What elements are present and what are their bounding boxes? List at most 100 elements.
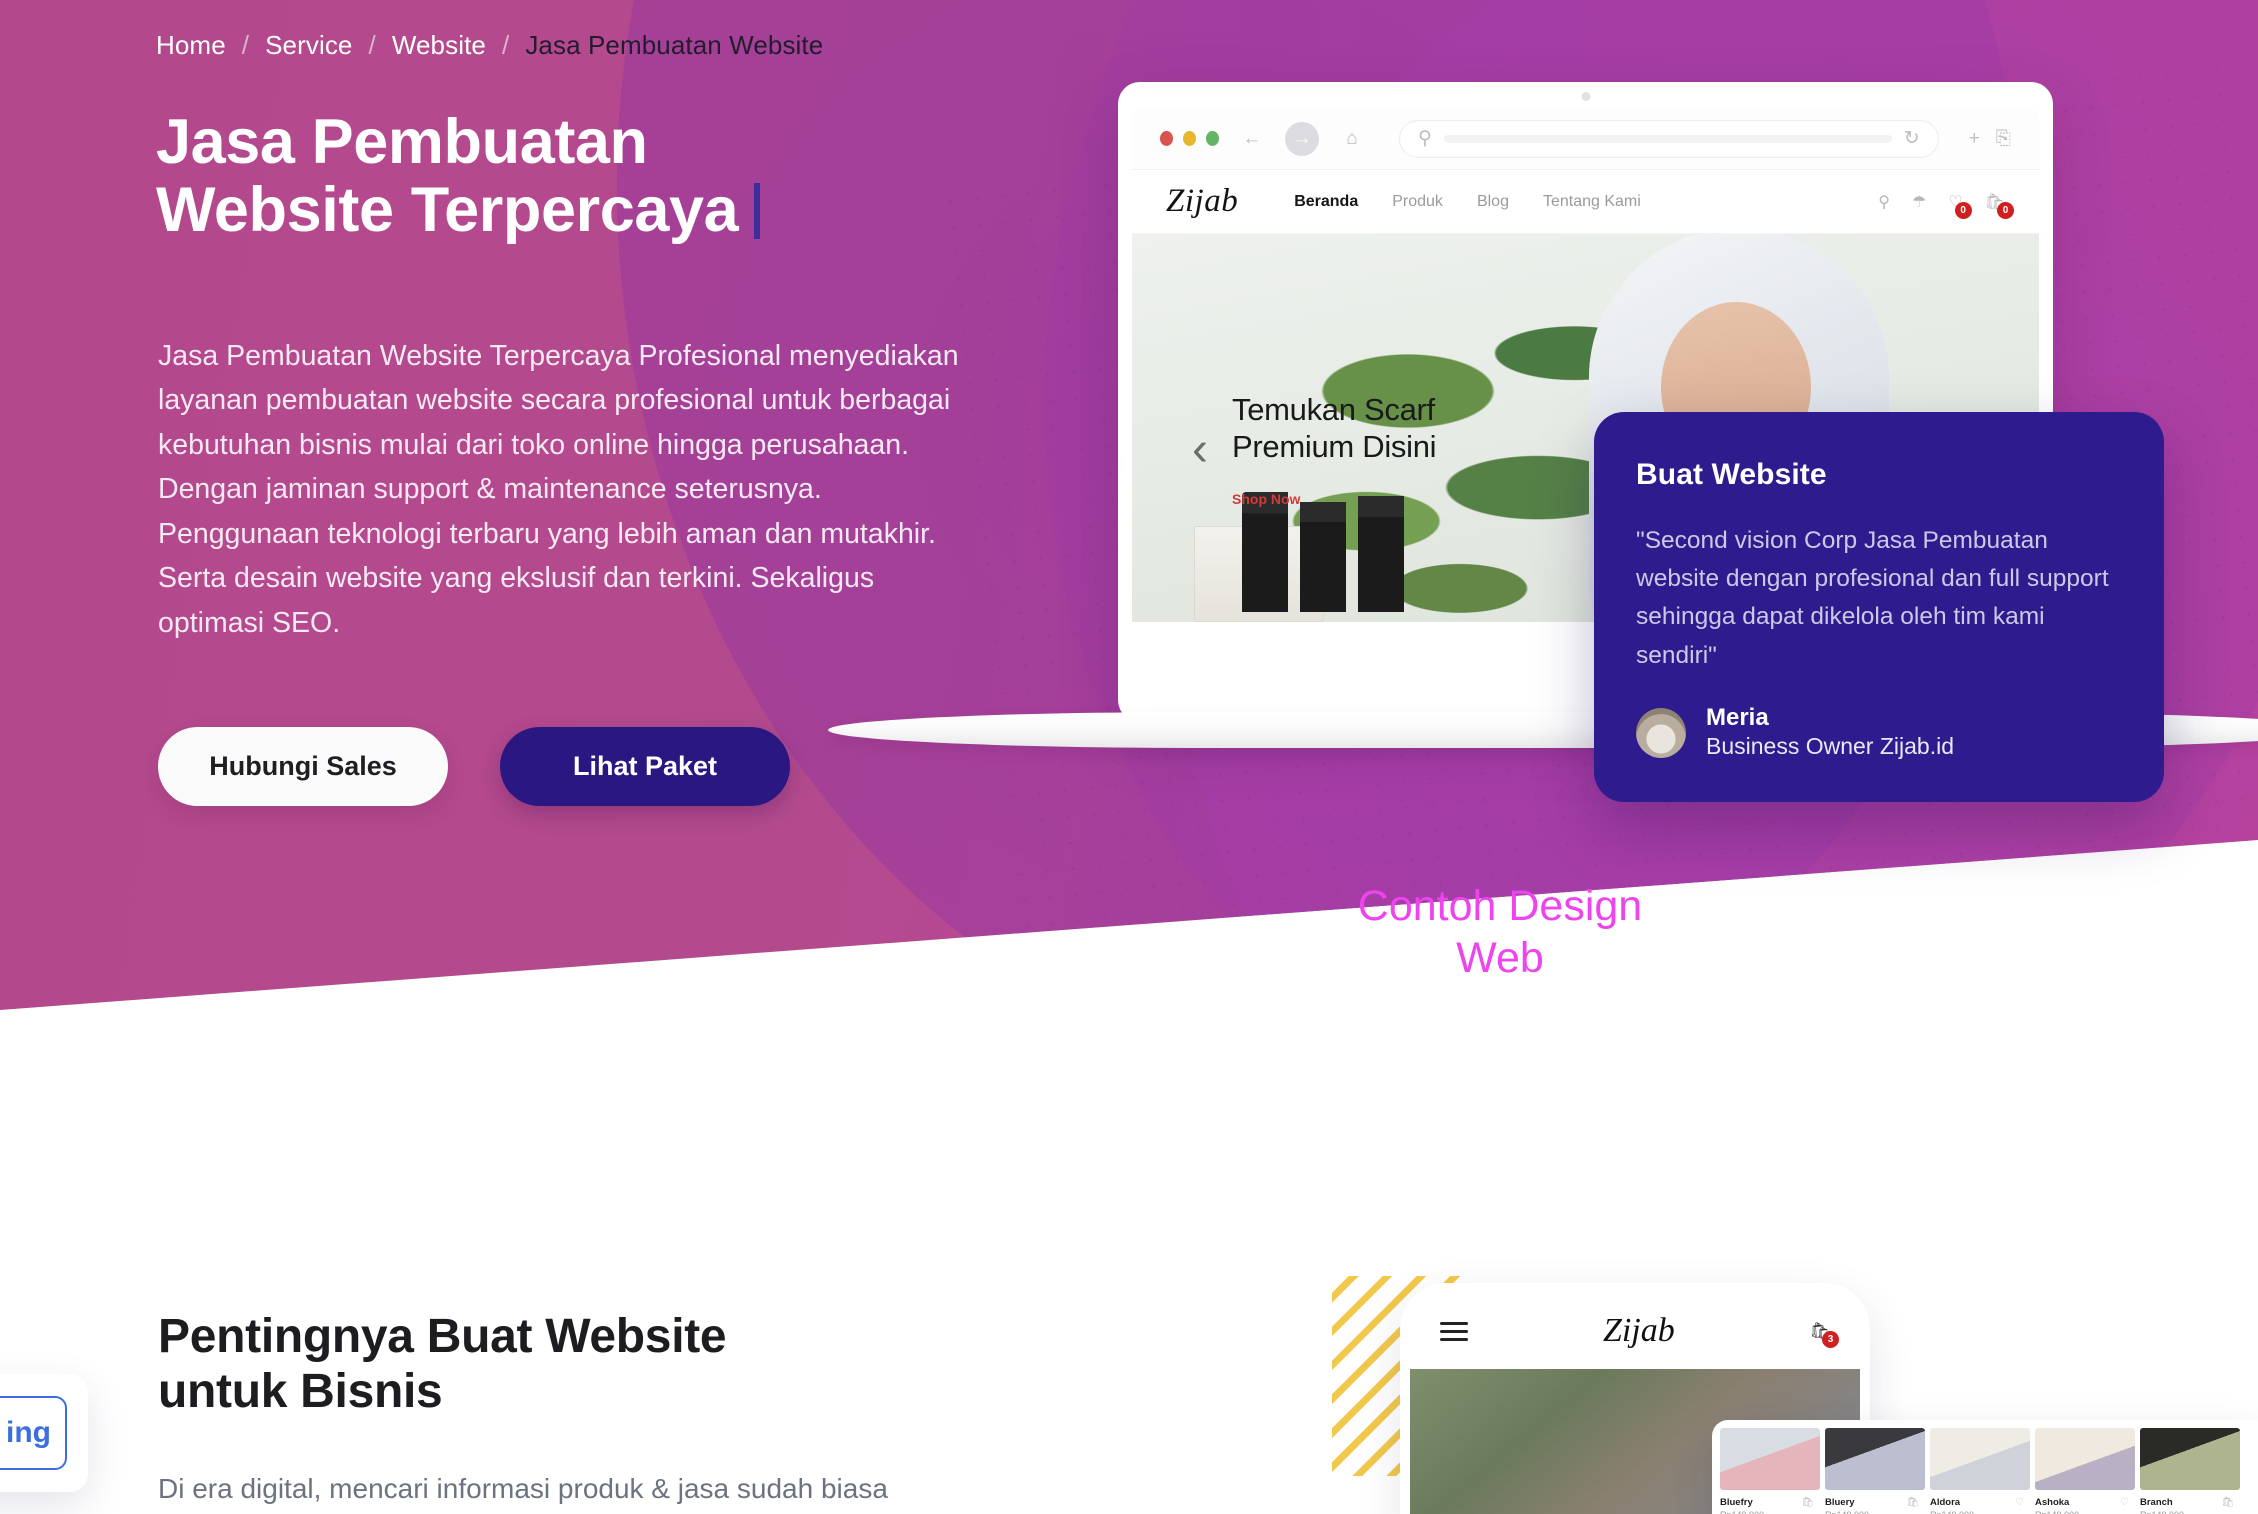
shop-now-link[interactable]: Shop Now: [1232, 491, 1592, 507]
forward-arrow-icon[interactable]: →: [1285, 121, 1319, 156]
wishlist-badge: 0: [1954, 201, 1972, 219]
product-name: Bluefry: [1720, 1497, 1753, 1508]
testimonial-author: Meria Business Owner Zijab.id: [1636, 704, 1954, 762]
breadcrumb-item-home[interactable]: Home: [156, 30, 226, 61]
shopping-bag-icon[interactable]: 🛍: [1801, 1497, 1814, 1508]
product-image: [1930, 1428, 2030, 1490]
hero-action-buttons: Hubungi Sales Lihat Paket: [158, 727, 790, 806]
maximize-window-icon[interactable]: [1206, 131, 1219, 146]
breadcrumb-separator: /: [241, 30, 250, 60]
close-window-icon[interactable]: [1160, 131, 1173, 146]
product-name-row: Bluefry 🛍: [1720, 1497, 1820, 1508]
back-arrow-icon[interactable]: ←: [1235, 122, 1269, 156]
reload-icon[interactable]: ↻: [1904, 127, 1920, 150]
breadcrumb: Home / Service / Website / Jasa Pembuata…: [156, 30, 823, 61]
site-nav-links: Beranda Produk Blog Tentang Kami: [1294, 193, 1641, 211]
phone-site-logo[interactable]: Zijab: [1482, 1312, 1796, 1350]
hamburger-menu-icon[interactable]: [1440, 1321, 1468, 1341]
pricing-button[interactable]: ing: [0, 1396, 67, 1470]
product-bottles: [1242, 492, 1462, 622]
product-name-row: Aldora ♡: [1930, 1497, 2030, 1508]
product-name: Branch: [2140, 1497, 2173, 1508]
product-name-row: Branch 🛍: [2140, 1497, 2240, 1508]
page-title-line-2: Website Terpercaya: [156, 175, 739, 246]
testimonial-author-role: Business Owner Zijab.id: [1706, 733, 1954, 760]
product-item[interactable]: Aldora ♡ Rp149.000: [1930, 1428, 2030, 1514]
shopping-bag-icon[interactable]: 🛍: [1906, 1497, 1919, 1508]
page-title-line-1: Jasa Pembuatan: [156, 107, 648, 177]
browser-address-bar[interactable]: ⚲ ↻: [1399, 119, 1939, 158]
banner-title-line-1: Temukan Scarf: [1232, 392, 1435, 427]
nav-link-blog[interactable]: Blog: [1477, 193, 1509, 211]
wishlist-heart-icon[interactable]: ♡: [2120, 1497, 2129, 1508]
laptop-camera-icon: [1581, 92, 1590, 101]
product-name-row: Bluery 🛍: [1825, 1497, 1925, 1508]
product-image: [1720, 1428, 1820, 1490]
search-icon: ⚲: [1418, 128, 1432, 149]
nav-link-produk[interactable]: Produk: [1392, 193, 1443, 211]
nav-link-tentang-kami[interactable]: Tentang Kami: [1543, 193, 1641, 211]
testimonial-author-name: Meria: [1706, 703, 1769, 731]
site-logo[interactable]: Zijab: [1166, 183, 1238, 220]
testimonial-card: Buat Website "Second vision Corp Jasa Pe…: [1594, 412, 2164, 802]
carousel-prev-icon[interactable]: ‹: [1192, 426, 1208, 474]
phone-cart-badge: 3: [1822, 1331, 1839, 1348]
wishlist-heart-icon[interactable]: ♡ 0: [1948, 192, 1972, 219]
annotation-label: Contoh Design Web: [1357, 882, 1643, 983]
breadcrumb-item-website[interactable]: Website: [392, 30, 486, 61]
banner-title-line-2: Premium Disini: [1232, 428, 1437, 464]
avatar: [1636, 707, 1686, 758]
product-price: Rp149.000: [2035, 1510, 2135, 1514]
breadcrumb-separator: /: [368, 30, 376, 60]
breadcrumb-separator: /: [501, 30, 510, 60]
search-icon[interactable]: ⚲: [1878, 192, 1890, 212]
product-price: Rp149.000: [2140, 1510, 2240, 1514]
section-two-title: Pentingnya Buat Website untuk Bisnis: [158, 1310, 938, 1419]
breadcrumb-item-service[interactable]: Service: [265, 30, 352, 61]
product-item[interactable]: Branch 🛍 Rp149.000: [2140, 1428, 2240, 1514]
hero-description: Jasa Pembuatan Website Terpercaya Profes…: [158, 340, 959, 639]
section-two-title-line-2: untuk Bisnis: [158, 1364, 443, 1418]
address-bar-text: [1443, 134, 1892, 143]
minimize-window-icon[interactable]: [1183, 131, 1196, 146]
contact-sales-button[interactable]: Hubungi Sales: [158, 727, 448, 806]
view-packages-button[interactable]: Lihat Paket: [500, 727, 790, 806]
product-item[interactable]: Bluery 🛍 Rp149.000: [1825, 1428, 1925, 1514]
shopping-bag-icon[interactable]: 🛍 3: [1810, 1321, 1839, 1348]
duplicate-tab-icon[interactable]: ⎘: [1996, 128, 2011, 150]
product-image: [2140, 1428, 2240, 1490]
page-root: Home / Service / Website / Jasa Pembuata…: [0, 0, 2258, 1514]
product-list-card: Bluefry 🛍 Rp149.000 Bluery 🛍 Rp149.000 A…: [1712, 1420, 2258, 1514]
banner-text-block: Temukan Scarf Premium Disini Shop Now: [1232, 392, 1592, 507]
banner-title: Temukan Scarf Premium Disini: [1232, 392, 1592, 465]
testimonial-quote: "Second vision Corp Jasa Pembuatan websi…: [1636, 527, 2109, 669]
product-name: Aldora: [1930, 1497, 1961, 1508]
floating-pricing-card: ing: [0, 1374, 88, 1492]
product-item[interactable]: Ashoka ♡ Rp149.000: [2035, 1428, 2135, 1514]
page-title: Jasa Pembuatan Website Terpercaya: [156, 108, 1056, 244]
breadcrumb-item-current: Jasa Pembuatan Website: [525, 30, 824, 60]
window-controls: [1160, 131, 1219, 146]
user-account-icon[interactable]: ☂: [1912, 192, 1926, 212]
product-price: Rp149.000: [1825, 1510, 1925, 1514]
product-name-row: Ashoka ♡: [2035, 1497, 2135, 1508]
product-item[interactable]: Bluefry 🛍 Rp149.000: [1720, 1428, 1820, 1514]
shopping-bag-icon[interactable]: 🛍 0: [1985, 192, 2014, 219]
testimonial-title: Buat Website: [1636, 458, 1827, 491]
section-two-subtitle: Di era digital, mencari informasi produk…: [158, 1473, 888, 1504]
product-price: Rp149.000: [1720, 1510, 1820, 1514]
shopping-bag-icon[interactable]: 🛍: [2221, 1497, 2234, 1508]
site-nav-icons: ⚲ ☂ ♡ 0 🛍 0: [1878, 192, 2014, 219]
product-name: Bluery: [1825, 1497, 1855, 1508]
wishlist-heart-icon[interactable]: ♡: [2015, 1497, 2024, 1508]
section-two-title-line-1: Pentingnya Buat Website: [158, 1310, 727, 1363]
phone-app-bar: Zijab 🛍 3: [1410, 1293, 1860, 1369]
home-icon[interactable]: ⌂: [1335, 122, 1369, 156]
new-tab-icon[interactable]: +: [1969, 128, 1980, 150]
product-image: [2035, 1428, 2135, 1490]
cart-badge: 0: [1997, 201, 2014, 219]
product-name: Ashoka: [2035, 1497, 2070, 1508]
typing-caret: [754, 183, 761, 240]
mockup-site-nav: Zijab Beranda Produk Blog Tentang Kami ⚲…: [1132, 170, 2039, 234]
nav-link-beranda[interactable]: Beranda: [1294, 193, 1358, 211]
